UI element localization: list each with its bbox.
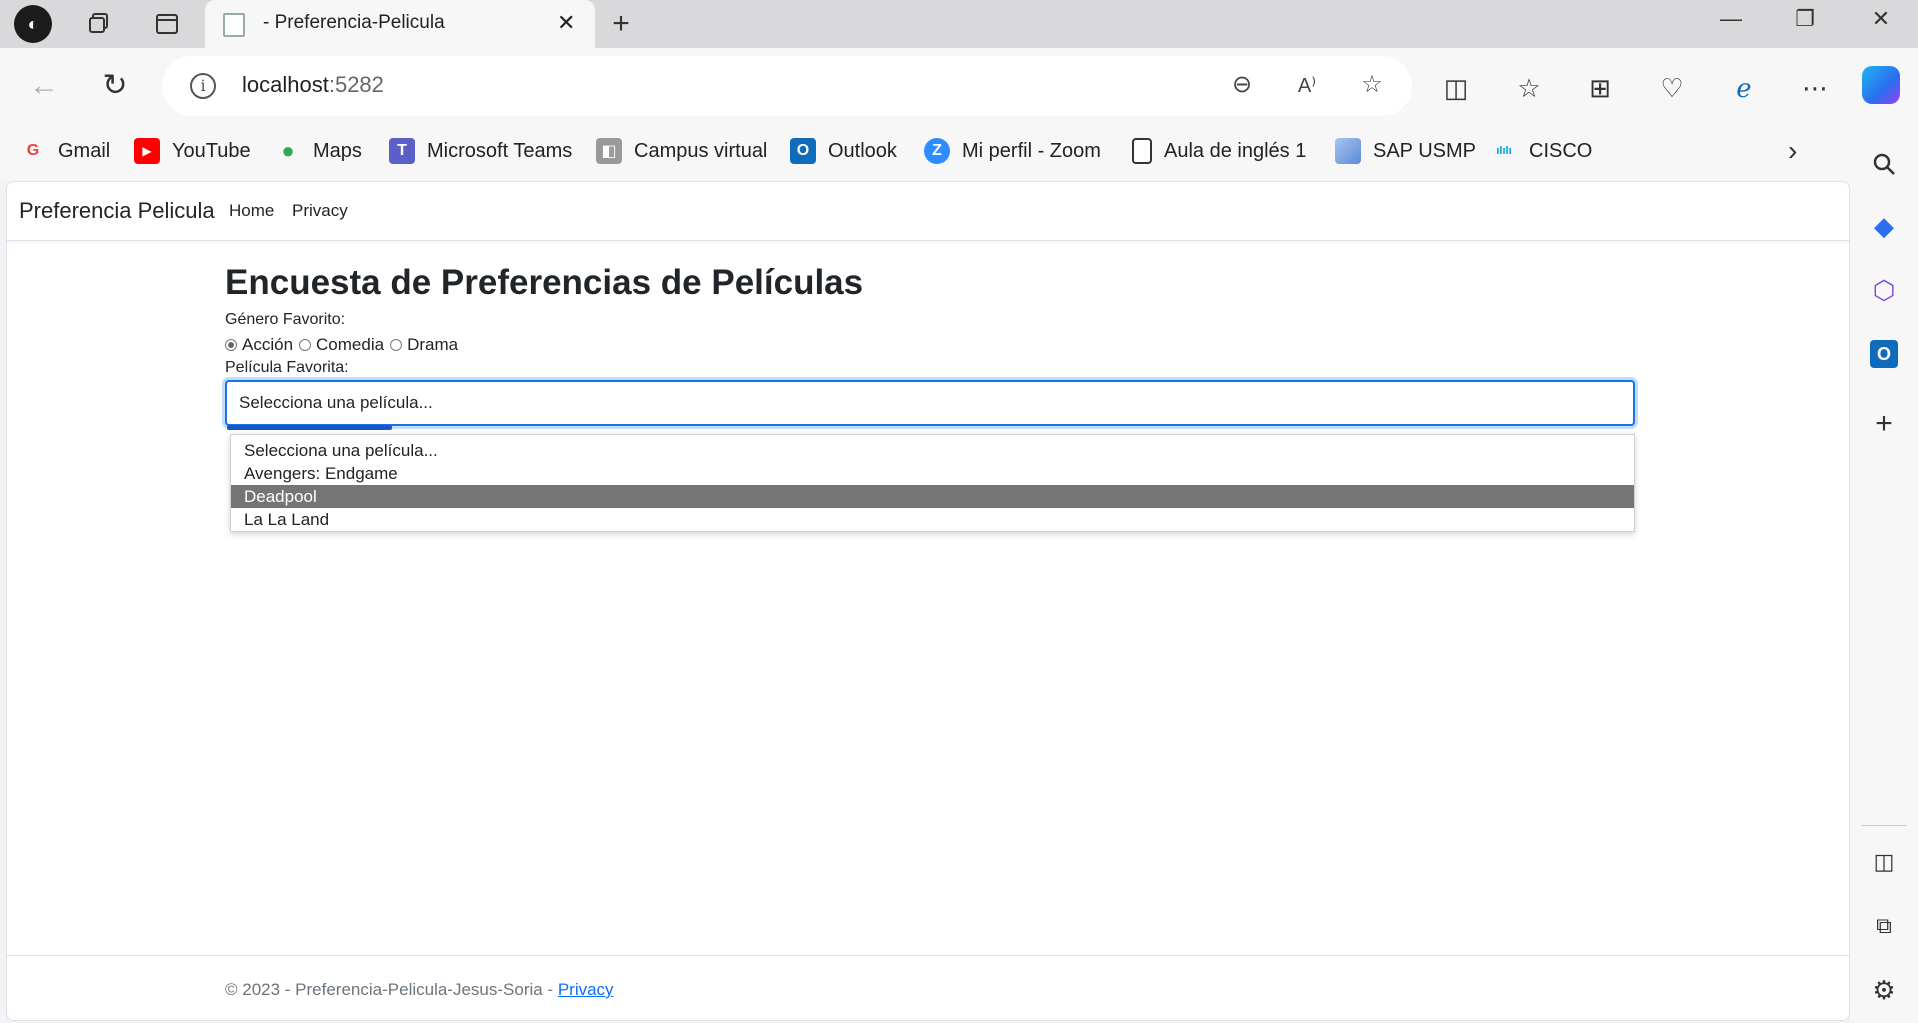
outlook-icon: O <box>790 138 816 164</box>
edge-sidebar: ◆ ⬡ O + ◫ ⧉ ⚙ <box>1850 125 1918 1023</box>
address-bar[interactable]: i localhost:5282 ⊖ A⁾ ☆ <box>162 56 1412 116</box>
site-brand[interactable]: Preferencia Pelicula <box>19 198 215 224</box>
edge-bar-icon[interactable]: ℯ <box>1724 68 1764 108</box>
outlook-sidebar-icon[interactable]: O <box>1865 335 1903 373</box>
split-screen-icon[interactable]: ◫ <box>1436 68 1476 108</box>
favorite-sap-usmp[interactable]: SAP USMP <box>1335 138 1476 164</box>
favorite-teams[interactable]: T Microsoft Teams <box>389 138 572 164</box>
close-tab-icon[interactable]: ✕ <box>557 10 575 36</box>
option-avengers-endgame[interactable]: Avengers: Endgame <box>231 462 1634 485</box>
favorites-icon[interactable]: ☆ <box>1509 68 1549 108</box>
option-placeholder[interactable]: Selecciona una película... <box>231 439 1634 462</box>
page-viewport: Preferencia Pelicula Home Privacy Encues… <box>6 181 1850 1021</box>
copilot-icon[interactable] <box>1862 66 1900 104</box>
focus-accent <box>227 425 392 430</box>
gmail-icon: G <box>26 142 40 159</box>
back-icon[interactable]: ← <box>24 66 64 106</box>
favorite-star-icon[interactable]: ☆ <box>1355 70 1389 99</box>
movie-select[interactable]: Selecciona una película... Selecciona un… <box>225 380 1635 532</box>
chevron-right-icon[interactable]: › <box>1788 135 1797 167</box>
browser-toolbar: ← ↻ i localhost:5282 ⊖ A⁾ ☆ ◫ ☆ ⊞ ♡ ℯ ⋯ <box>0 48 1918 125</box>
workspaces-icon[interactable] <box>82 7 116 41</box>
search-icon[interactable] <box>1865 145 1903 183</box>
refresh-icon[interactable]: ↻ <box>95 66 135 106</box>
radio-comedia[interactable] <box>299 339 312 351</box>
browser-tab-bar: ◐ - Preferencia-Pelicula ✕ + — ❐ ✕ <box>0 0 1918 48</box>
document-icon <box>1132 138 1152 164</box>
favorites-bar: G Gmail ▶ YouTube ● Maps T Microsoft Teams ◧… <box>0 125 1850 181</box>
address-url[interactable]: localhost:5282 <box>242 72 384 98</box>
teams-icon: T <box>389 138 415 164</box>
page-title: Encuesta de Preferencias de Películas <box>225 263 864 302</box>
favorite-outlook[interactable]: O Outlook <box>790 138 897 164</box>
favorite-youtube[interactable]: ▶ YouTube <box>134 138 251 164</box>
radio-drama-label[interactable]: Drama <box>407 334 458 356</box>
movie-dropdown-list: Selecciona una película... Avengers: End… <box>230 434 1635 532</box>
office-icon[interactable]: ⬡ <box>1865 271 1903 309</box>
genre-label: Género Favorito: <box>225 311 346 328</box>
movie-label: Película Favorita: <box>225 359 349 376</box>
cisco-icon: ılılı <box>1496 145 1512 157</box>
sap-icon <box>1335 138 1361 164</box>
maps-icon: ● <box>281 138 295 163</box>
hide-sidebar-icon[interactable]: ◫ <box>1865 843 1903 881</box>
favorite-aula-ingles[interactable]: Aula de inglés 1 <box>1132 138 1306 164</box>
site-navbar: Preferencia Pelicula Home Privacy <box>7 182 1849 241</box>
movie-select-value: Selecciona una película... <box>239 393 433 412</box>
restore-icon[interactable]: ❐ <box>1780 6 1830 32</box>
more-menu-icon[interactable]: ⋯ <box>1795 68 1835 108</box>
collections-icon[interactable]: ⊞ <box>1580 68 1620 108</box>
radio-accion-label[interactable]: Acción <box>242 334 293 356</box>
minimize-icon[interactable]: — <box>1706 6 1756 32</box>
zoom-icon: Z <box>924 138 950 164</box>
open-external-icon[interactable]: ⧉ <box>1865 907 1903 945</box>
read-aloud-icon[interactable]: A⁾ <box>1290 73 1324 98</box>
page-favicon-icon <box>223 13 245 37</box>
profile-avatar-icon[interactable]: ◐ <box>14 5 52 43</box>
youtube-icon: ▶ <box>134 138 160 164</box>
browser-essentials-icon[interactable]: ♡ <box>1652 68 1692 108</box>
footer-privacy-link[interactable]: Privacy <box>558 980 614 999</box>
footer-copyright: © 2023 - Preferencia-Pelicula-Jesus-Sori… <box>225 980 558 999</box>
favorite-maps[interactable]: ● Maps <box>275 138 362 164</box>
vertical-tabs-icon[interactable] <box>150 7 184 41</box>
nav-home[interactable]: Home <box>229 201 274 221</box>
site-footer: © 2023 - Preferencia-Pelicula-Jesus-Sori… <box>7 955 1849 1020</box>
favorite-zoom[interactable]: Z Mi perfil - Zoom <box>924 138 1101 164</box>
tab-active[interactable]: - Preferencia-Pelicula ✕ <box>205 0 595 48</box>
footer-text: © 2023 - Preferencia-Pelicula-Jesus-Sori… <box>225 980 614 1000</box>
tab-title: - Preferencia-Pelicula <box>263 12 445 33</box>
sidebar-divider <box>1862 825 1906 826</box>
genre-radio-group: Acción Comedia Drama <box>225 334 1635 356</box>
new-tab-icon[interactable]: + <box>604 7 638 41</box>
add-sidebar-app-icon[interactable]: + <box>1865 405 1903 443</box>
gear-icon[interactable]: ⚙ <box>1865 971 1903 1009</box>
survey-form: Encuesta de Preferencias de Películas Gé… <box>225 262 1635 532</box>
site-info-icon[interactable]: i <box>190 73 216 99</box>
shopping-tag-icon[interactable]: ◆ <box>1865 207 1903 245</box>
option-la-la-land[interactable]: La La Land <box>231 508 1634 531</box>
favorite-cisco[interactable]: ılılı CISCO <box>1491 138 1592 164</box>
zoom-out-icon[interactable]: ⊖ <box>1225 70 1259 99</box>
campus-icon: ◧ <box>596 138 622 164</box>
option-deadpool[interactable]: Deadpool <box>231 485 1634 508</box>
radio-accion[interactable] <box>225 339 237 351</box>
radio-comedia-label[interactable]: Comedia <box>316 334 384 356</box>
favorite-campus-virtual[interactable]: ◧ Campus virtual <box>596 138 767 164</box>
radio-drama[interactable] <box>390 339 403 351</box>
close-window-icon[interactable]: ✕ <box>1856 6 1906 32</box>
favorite-gmail[interactable]: G Gmail <box>20 138 110 164</box>
nav-privacy[interactable]: Privacy <box>292 201 348 221</box>
